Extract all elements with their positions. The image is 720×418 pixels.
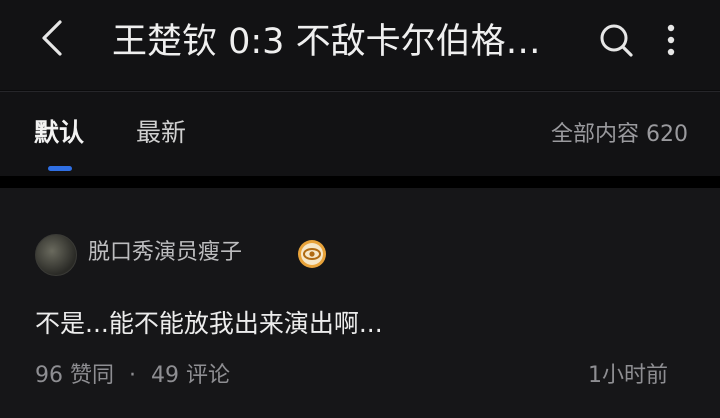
like-count[interactable]: 96 赞同: [35, 363, 114, 388]
search-icon[interactable]: [598, 22, 636, 60]
section-separator: [0, 176, 720, 188]
comment-item[interactable]: 脱口秀演员瘦子 不是...能不能放我出来演出啊... 96 赞同 · 49 评论…: [0, 188, 720, 418]
sort-tabs: 默认 最新 全部内容 620: [0, 92, 720, 176]
comment-username[interactable]: 脱口秀演员瘦子: [88, 237, 242, 269]
top-app-bar: 王楚钦 0:3 不敌卡尔伯格…: [0, 0, 720, 90]
avatar[interactable]: [35, 234, 77, 276]
total-content-count: 全部内容 620: [551, 122, 688, 147]
tab-latest[interactable]: 最新: [136, 116, 186, 150]
back-icon[interactable]: [34, 14, 74, 62]
meta-separator: ·: [129, 363, 136, 388]
page-title: 王楚钦 0:3 不敌卡尔伯格…: [112, 22, 541, 62]
comment-meta: 96 赞同 · 49 评论: [35, 360, 230, 392]
comment-count[interactable]: 49 评论: [151, 363, 230, 388]
comment-time: 1小时前: [588, 363, 668, 388]
comment-text: 不是...能不能放我出来演出啊...: [35, 309, 383, 338]
tab-default[interactable]: 默认: [34, 116, 84, 150]
more-vertical-icon[interactable]: [660, 20, 682, 60]
active-tab-indicator: [48, 166, 72, 171]
eye-badge-icon: [296, 238, 328, 270]
